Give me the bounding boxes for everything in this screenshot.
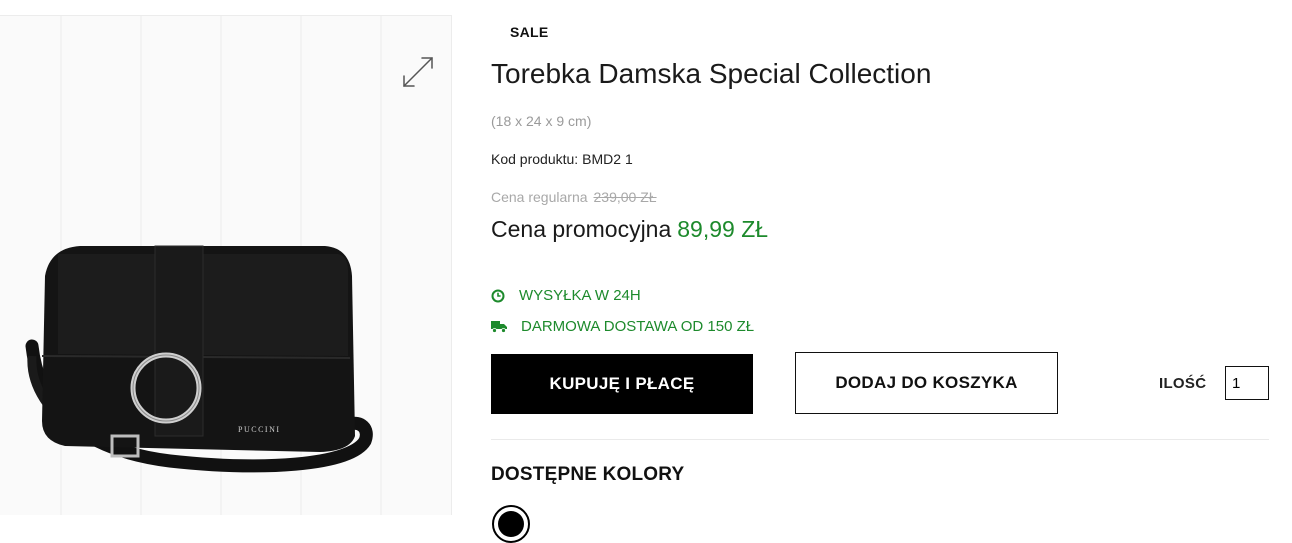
promo-price-value: 89,99 ZŁ — [677, 216, 769, 242]
color-swatch-black[interactable] — [492, 505, 530, 543]
product-title: Torebka Damska Special Collection — [491, 58, 932, 89]
product-gallery[interactable]: PUCCINI — [0, 15, 452, 515]
quantity-input[interactable] — [1225, 366, 1269, 400]
regular-price-value: 239,00 ZŁ — [593, 189, 657, 205]
dispatch-info: WYSYŁKA W 24H — [491, 287, 641, 304]
product-code: Kod produktu: BMD2 1 — [491, 151, 633, 167]
truck-icon — [491, 321, 507, 333]
product-image: PUCCINI — [25, 245, 373, 473]
product-code-label: Kod produktu: — [491, 151, 579, 167]
bag-brand-text: PUCCINI — [238, 425, 281, 434]
free-delivery-info: DARMOWA DOSTAWA OD 150 ZŁ — [491, 318, 754, 335]
divider — [491, 439, 1269, 440]
add-to-cart-button[interactable]: DODAJ DO KOSZYKA — [795, 352, 1058, 414]
promo-price: Cena promocyjna 89,99 ZŁ — [491, 216, 768, 243]
regular-price-label: Cena regularna — [491, 189, 588, 205]
buy-now-button[interactable]: KUPUJĘ I PŁACĘ — [491, 354, 753, 414]
sale-badge: SALE — [510, 24, 549, 40]
promo-price-label: Cena promocyjna — [491, 216, 672, 242]
free-delivery-text: DARMOWA DOSTAWA OD 150 ZŁ — [521, 318, 755, 335]
dispatch-text: WYSYŁKA W 24H — [519, 287, 641, 304]
regular-price: Cena regularna 239,00 ZŁ — [491, 189, 657, 205]
product-dimensions: (18 x 24 x 9 cm) — [491, 113, 592, 129]
clock-icon — [491, 289, 505, 302]
quantity-label: ILOŚĆ — [1159, 375, 1207, 392]
product-code-value: BMD2 1 — [582, 151, 633, 167]
expand-icon[interactable] — [400, 54, 436, 90]
available-colors-title: DOSTĘPNE KOLORY — [491, 464, 685, 485]
